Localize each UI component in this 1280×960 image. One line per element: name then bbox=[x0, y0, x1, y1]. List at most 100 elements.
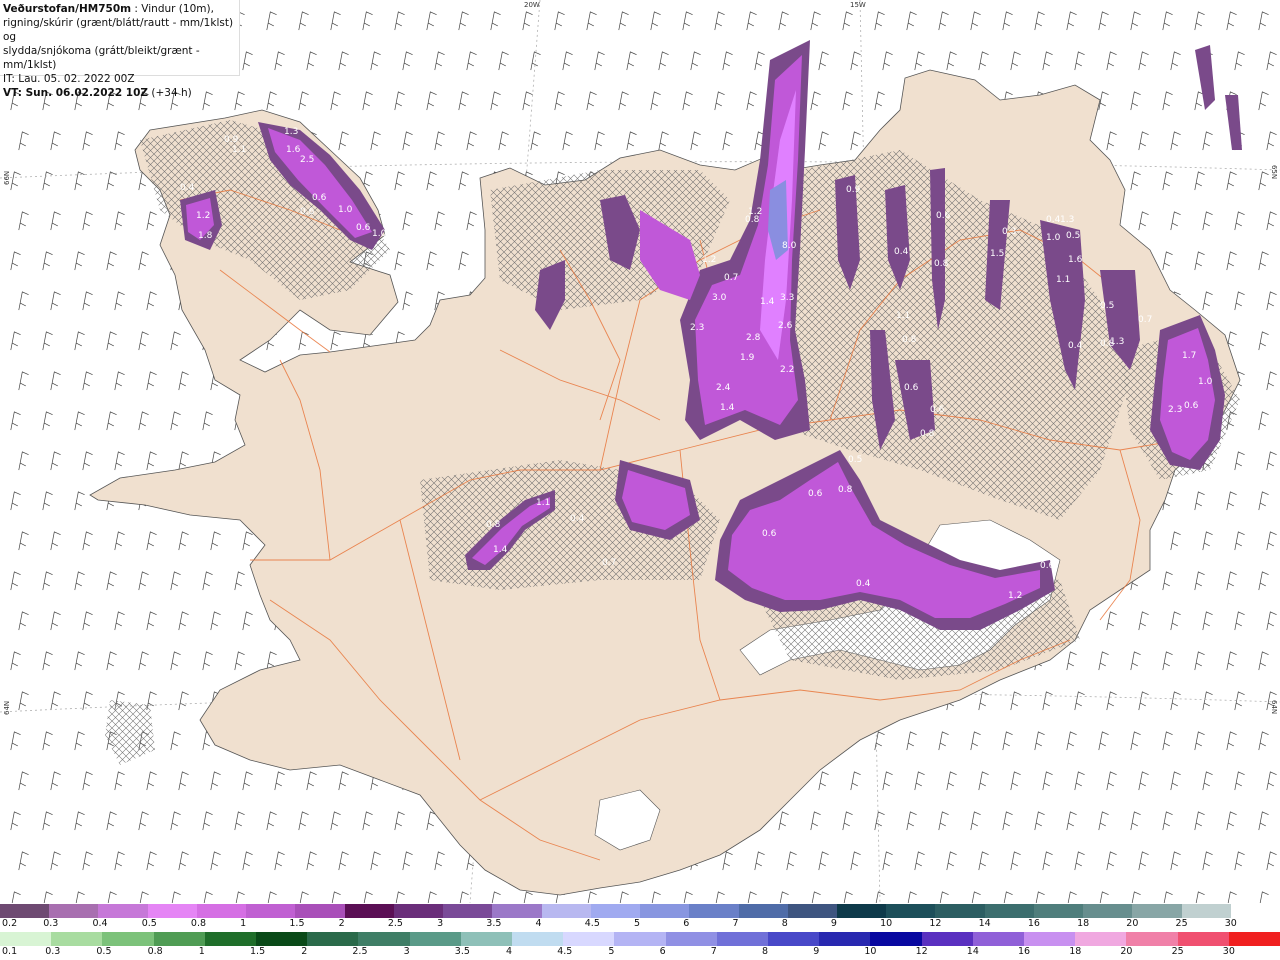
snow-scale-swatch bbox=[886, 904, 936, 918]
precip-value-label: 0.4 bbox=[894, 247, 909, 257]
rain-scale-label: 25 bbox=[1171, 946, 1184, 957]
rain-scale-label: 8 bbox=[762, 946, 769, 957]
rain-scale-swatch bbox=[1228, 932, 1280, 946]
snow-scale-label: 12 bbox=[929, 918, 942, 929]
snow-scale-swatch bbox=[393, 904, 444, 918]
precip-value-label: 0.3 bbox=[1002, 227, 1016, 237]
snow-scale-bar bbox=[0, 904, 1280, 918]
snow-scale-swatch bbox=[0, 904, 50, 918]
snow-scale-label: 5 bbox=[634, 918, 641, 929]
snow-scale-label: 0.3 bbox=[43, 918, 59, 929]
precip-value-label: 0.8 bbox=[486, 520, 501, 530]
rain-scale-label: 20 bbox=[1120, 946, 1133, 957]
rain-scale-swatch bbox=[0, 932, 52, 946]
precip-value-label: 0.5 bbox=[848, 455, 862, 465]
rain-scale-swatch bbox=[563, 932, 615, 946]
precip-value-label: 0.9 bbox=[846, 185, 861, 195]
snow-scale-swatch bbox=[492, 904, 542, 918]
rain-scale-label: 30 bbox=[1222, 946, 1235, 957]
rain-scale-bar bbox=[0, 932, 1280, 946]
precip-value-label: 0.6 bbox=[300, 207, 315, 217]
precip-value-label: 3.3 bbox=[780, 293, 794, 303]
precip-value-label: 1.2 bbox=[1008, 591, 1022, 601]
rain-scale-label: 14 bbox=[966, 946, 979, 957]
rain-scale-swatch bbox=[307, 932, 359, 946]
agency-model-name: Veðurstofan/HM750m bbox=[3, 3, 132, 15]
snow-scale-label: 8 bbox=[781, 918, 788, 929]
rain-scale-label: 4 bbox=[506, 946, 513, 957]
title-desc-2: rigning/skúrir (grænt/blátt/rautt - mm/1… bbox=[3, 17, 234, 43]
precip-value-label: 0.4 bbox=[180, 183, 195, 193]
precip-value-label: 0.6 bbox=[936, 211, 951, 221]
snow-scale-swatch bbox=[640, 904, 690, 918]
precip-value-label: 2.3 bbox=[690, 323, 704, 333]
precip-value-label: 2.5 bbox=[300, 155, 314, 165]
precip-value-label: 1.6 bbox=[286, 145, 301, 155]
precip-value-label: 1.1 bbox=[896, 311, 910, 321]
forecast-lead: (+34 h) bbox=[148, 87, 192, 99]
rain-scale-label: 0.1 bbox=[2, 946, 18, 957]
snow-scale-swatch bbox=[738, 904, 788, 918]
rain-scale-swatch bbox=[358, 932, 410, 946]
rain-scale-label: 5 bbox=[608, 946, 615, 957]
precip-value-label: 0.8 bbox=[1100, 339, 1115, 349]
precip-value-label: 2.8 bbox=[746, 333, 761, 343]
precip-value-label: 1.4 bbox=[493, 545, 508, 555]
rain-scale-swatch bbox=[460, 932, 513, 946]
snow-scale-swatch bbox=[541, 904, 591, 918]
rain-scale-swatch bbox=[1177, 932, 1229, 946]
snow-scale-label: 1 bbox=[240, 918, 247, 929]
snow-scale-swatch bbox=[295, 904, 345, 918]
rain-scale-swatch bbox=[51, 932, 103, 946]
snow-scale-label: 6 bbox=[683, 918, 690, 929]
rain-scale-label: 2.5 bbox=[352, 946, 368, 957]
precip-value-label: 0.8 bbox=[920, 429, 935, 439]
rain-scale-swatch bbox=[153, 932, 205, 946]
rain-scale-label: 4.5 bbox=[557, 946, 573, 957]
precip-value-label: 1.3 bbox=[284, 127, 298, 137]
precip-value-label: 1.1 bbox=[1056, 275, 1070, 285]
rain-scale-swatch bbox=[716, 932, 769, 946]
precip-value-label: 1.8 bbox=[198, 231, 213, 241]
precip-value-label: 0.4 bbox=[570, 514, 585, 524]
title-line-1: Veðurstofan/HM750m : Vindur (10m), bbox=[3, 2, 236, 16]
lat-label-right-65n: 65N bbox=[1270, 165, 1278, 179]
snow-scale-swatch bbox=[935, 904, 985, 918]
valid-time: VT: Sun. 06.02.2022 10Z bbox=[3, 87, 149, 99]
rain-scale-label: 10 bbox=[864, 946, 877, 957]
snow-scale-swatch bbox=[98, 904, 148, 918]
rain-scale-label: 1.5 bbox=[250, 946, 266, 957]
snow-scale-label: 9 bbox=[830, 918, 837, 929]
snow-scale-swatch bbox=[1083, 904, 1133, 918]
snow-scale-label: 2 bbox=[338, 918, 345, 929]
rain-scale-swatch bbox=[972, 932, 1025, 946]
snow-scale-label: 7 bbox=[732, 918, 739, 929]
rain-scale-labels: 0.1 0.3 0.5 0.8 1 1.5 2 2.5 3 3.5 4 4.5 5 6 7 8 9 10 12 14 1… bbox=[0, 946, 1280, 959]
precip-value-label: 2.3 bbox=[1168, 405, 1182, 415]
snow-scale-swatch bbox=[443, 904, 493, 918]
rain-scale-label: 0.8 bbox=[147, 946, 163, 957]
precip-value-label: 1.0 bbox=[1198, 377, 1213, 387]
precip-value-label: 0.6 bbox=[762, 529, 777, 539]
snow-scale-swatch bbox=[836, 904, 887, 918]
precip-value-label: 0.4 bbox=[856, 579, 871, 589]
rain-scale-swatch bbox=[614, 932, 666, 946]
precip-value-label: 1.9 bbox=[740, 353, 755, 363]
rain-scale-swatch bbox=[665, 932, 717, 946]
rain-scale-swatch bbox=[1126, 932, 1178, 946]
precip-value-label: 1.6 bbox=[1068, 255, 1083, 265]
rain-scale-label: 3 bbox=[403, 946, 410, 957]
snow-scale-swatch bbox=[147, 904, 197, 918]
rain-scale-swatch bbox=[204, 932, 257, 946]
init-time: IT: Lau. 05. 02. 2022 00Z bbox=[3, 73, 135, 85]
precip-value-label: 0.5 bbox=[1066, 231, 1080, 241]
precip-value-label: 0.8 bbox=[902, 335, 917, 345]
snow-scale-label: 3.5 bbox=[486, 918, 502, 929]
precip-value-label: 0.5 bbox=[1100, 301, 1114, 311]
lat-label-right-64n: 64N bbox=[1270, 700, 1278, 714]
precip-value-label: 1.3 bbox=[1060, 215, 1074, 225]
snow-scale-label: 10 bbox=[880, 918, 893, 929]
snow-scale-label: 14 bbox=[978, 918, 991, 929]
snow-scale-label: 18 bbox=[1077, 918, 1090, 929]
snow-scale-label: 4.5 bbox=[584, 918, 600, 929]
